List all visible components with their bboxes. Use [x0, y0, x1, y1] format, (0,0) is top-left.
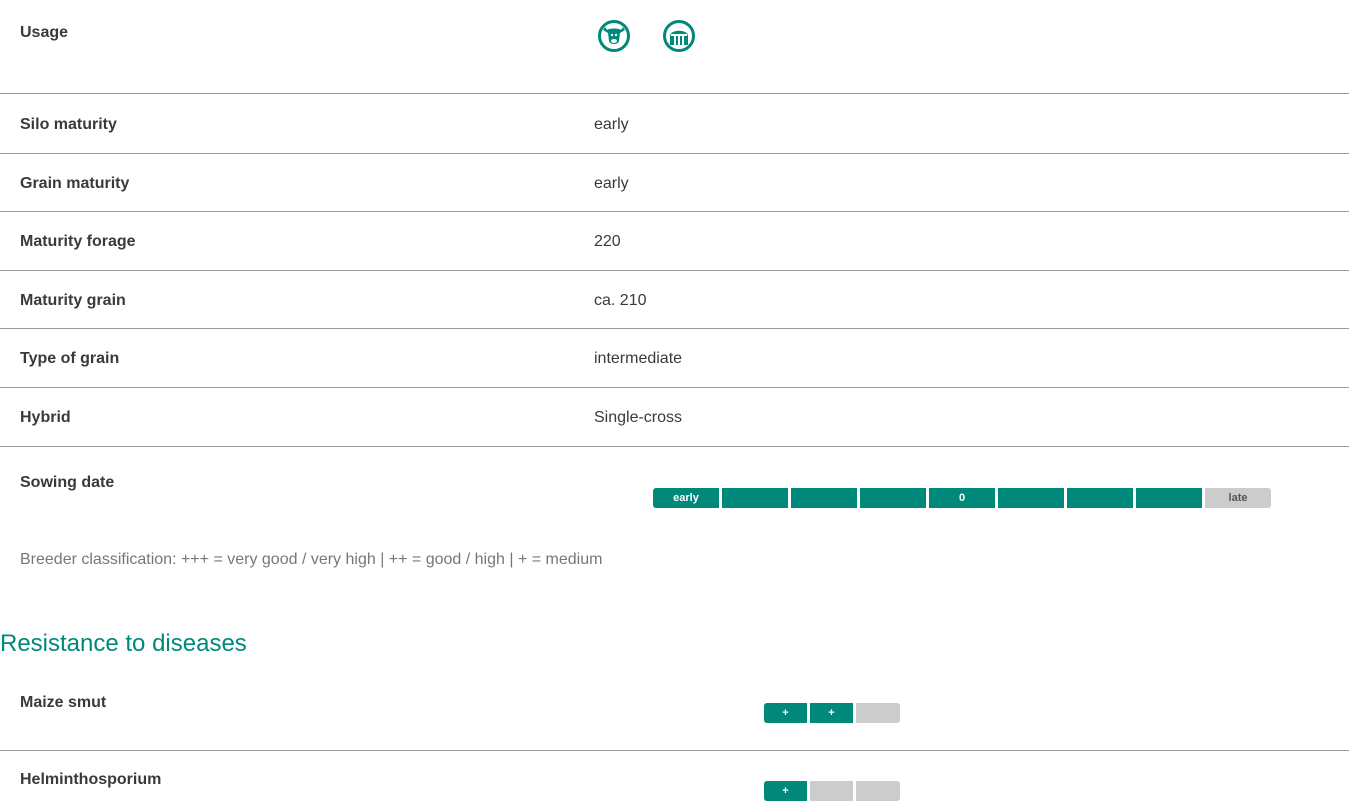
row-label: Silo maturity	[20, 116, 117, 133]
scale-segment	[998, 488, 1064, 508]
rating-segment	[810, 781, 853, 801]
divider	[0, 328, 1349, 329]
barn-icon	[663, 20, 695, 52]
scale-segment	[1067, 488, 1133, 508]
divider	[0, 387, 1349, 388]
row-label: Type of grain	[20, 350, 120, 367]
usage-label: Usage	[20, 24, 69, 41]
row-value: ca. 210	[594, 292, 647, 309]
scale-segment: early	[653, 488, 719, 508]
scale-segment	[791, 488, 857, 508]
row-label: Hybrid	[20, 409, 71, 426]
scale-segment: 0	[929, 488, 995, 508]
rating-segment: +	[764, 781, 807, 801]
divider	[0, 153, 1349, 154]
row-value: early	[594, 116, 629, 133]
breeder-classification-note: Breeder classification: +++ = very good …	[20, 551, 603, 568]
divider	[0, 750, 1349, 751]
row-value: 220	[594, 233, 621, 250]
cow-icon	[598, 20, 630, 52]
row-label: Grain maturity	[20, 175, 130, 192]
scale-segment: late	[1205, 488, 1271, 508]
rating-segment	[856, 781, 900, 801]
sowing-date-label: Sowing date	[20, 474, 115, 491]
row-label: Maturity forage	[20, 233, 136, 250]
rating-segment: +	[764, 703, 807, 723]
row-value: intermediate	[594, 350, 683, 367]
divider	[0, 211, 1349, 212]
section-title-resistance: Resistance to diseases	[0, 630, 247, 657]
rating-segment: +	[810, 703, 853, 723]
rating-scale-helminthosporium: +	[764, 781, 900, 801]
scale-segment	[860, 488, 926, 508]
scale-segment	[722, 488, 788, 508]
sowing-date-scale: early 0 late	[653, 488, 1271, 508]
divider	[0, 446, 1349, 447]
disease-label: Maize smut	[20, 694, 107, 711]
row-label: Maturity grain	[20, 292, 126, 309]
scale-segment	[1136, 488, 1202, 508]
disease-label: Helminthosporium	[20, 771, 162, 788]
row-value: Single-cross	[594, 409, 683, 426]
divider	[0, 93, 1349, 94]
rating-scale-maize-smut: + +	[764, 703, 900, 723]
divider	[0, 270, 1349, 271]
rating-segment	[856, 703, 900, 723]
row-value: early	[594, 175, 629, 192]
